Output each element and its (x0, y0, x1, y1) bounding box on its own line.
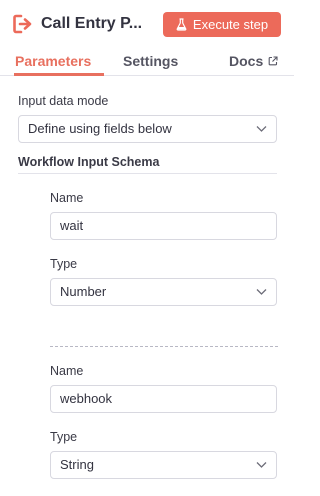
active-tab-indicator (14, 73, 104, 76)
tab-settings[interactable]: Settings (123, 52, 178, 70)
field-name-input[interactable]: webhook (50, 385, 277, 413)
chevron-down-icon (256, 126, 267, 132)
field-type-label: Type (50, 257, 78, 271)
input-mode-label: Input data mode (18, 94, 109, 108)
schema-title: Workflow Input Schema (18, 155, 160, 169)
field-name-label: Name (50, 364, 84, 378)
field-name-label: Name (50, 191, 84, 205)
chevron-down-icon (256, 462, 267, 468)
node-title[interactable]: Call Entry P... (41, 13, 142, 35)
chevron-down-icon (256, 289, 267, 295)
field-type-select[interactable]: String (50, 451, 277, 479)
field-type-select[interactable]: Number (50, 278, 277, 306)
field-name-input[interactable]: wait (50, 212, 277, 240)
execute-step-button[interactable]: Execute step (163, 12, 281, 37)
flask-icon (176, 18, 187, 31)
execute-step-label: Execute step (192, 17, 269, 32)
input-mode-select[interactable]: Define using fields below (18, 115, 277, 143)
tab-docs-label: Docs (229, 53, 264, 69)
tab-parameters[interactable]: Parameters (15, 52, 91, 70)
field-type-value: String (60, 457, 94, 472)
field-separator (50, 346, 278, 347)
field-type-value: Number (60, 284, 107, 299)
schema-divider (18, 173, 277, 174)
tab-docs[interactable]: Docs (229, 52, 278, 70)
input-mode-value: Define using fields below (28, 121, 172, 136)
tab-bar: Parameters Settings Docs (0, 48, 294, 76)
external-link-icon (268, 56, 278, 66)
sign-in-icon (13, 14, 32, 34)
node-header: Call Entry P... Execute step (0, 0, 294, 48)
field-type-label: Type (50, 430, 78, 444)
